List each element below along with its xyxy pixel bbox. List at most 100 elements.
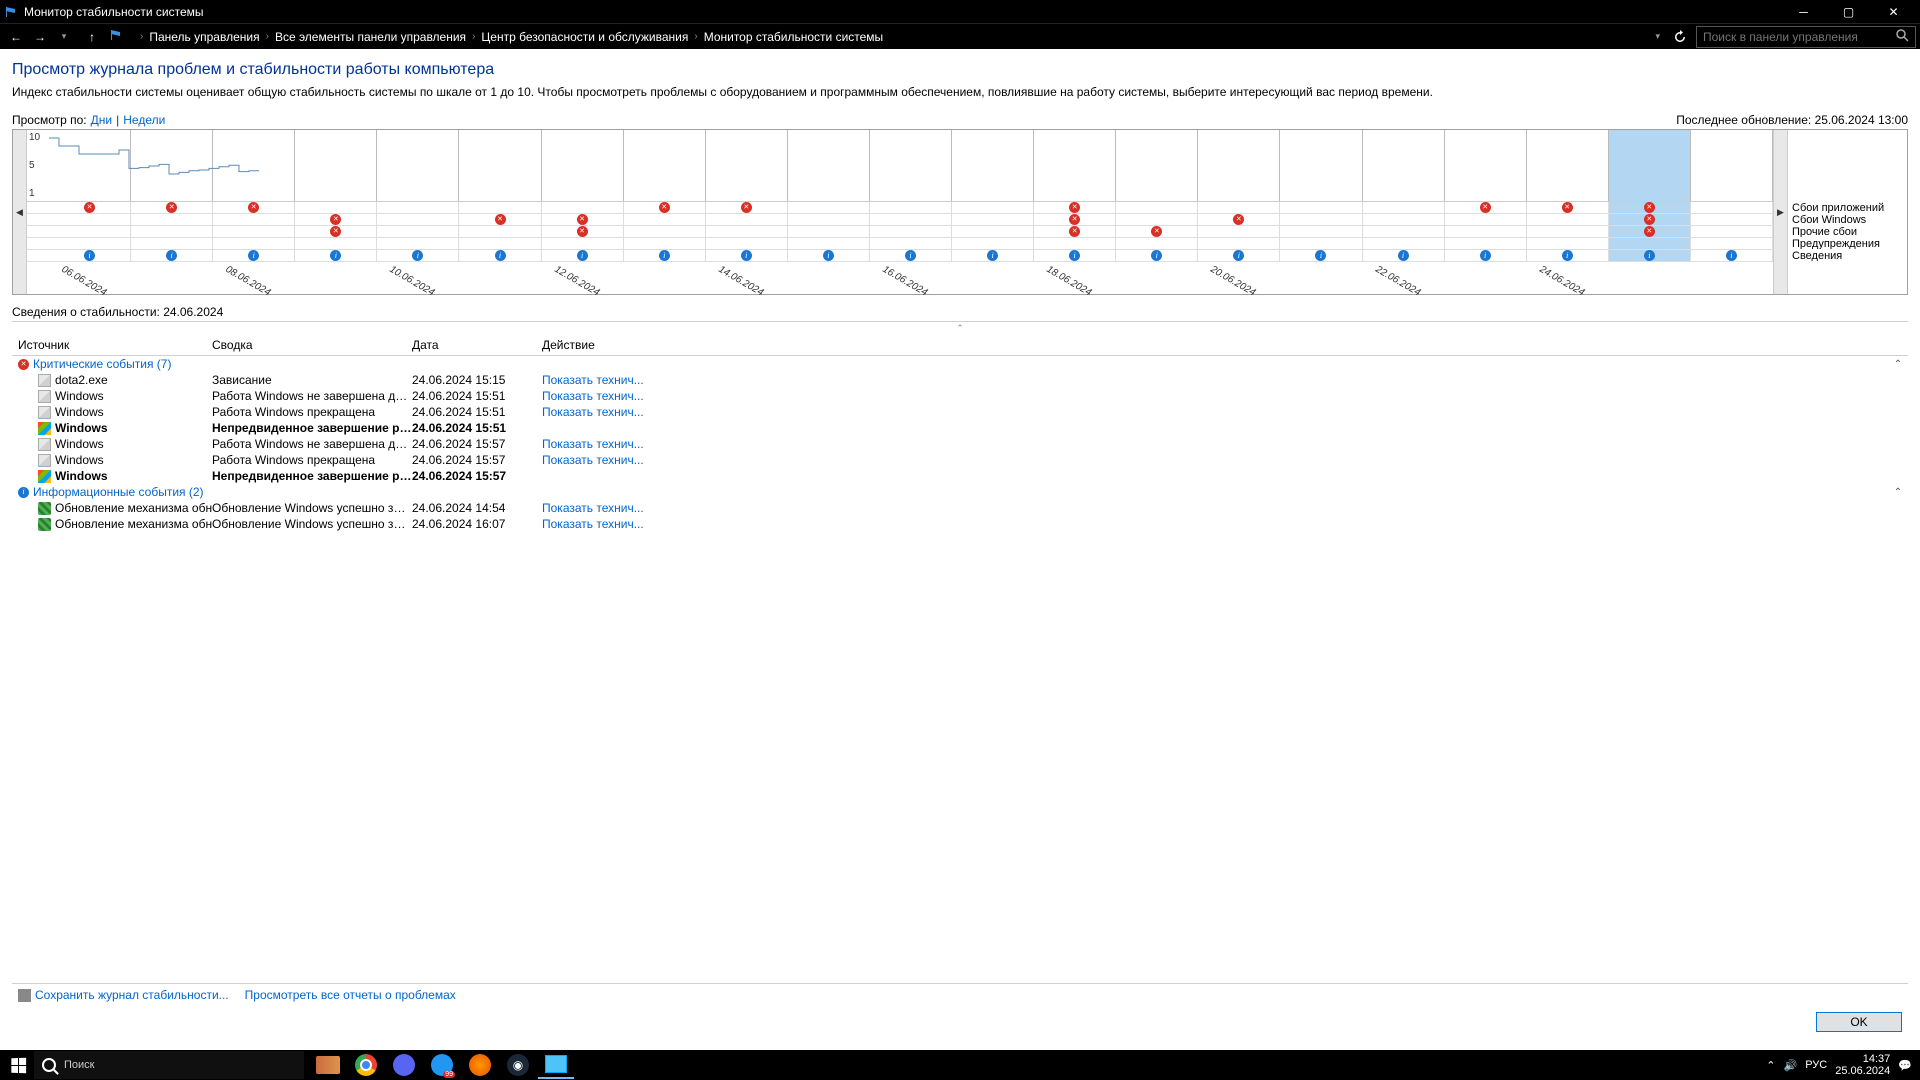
chart-cell[interactable]: [1363, 226, 1445, 237]
chart-cell[interactable]: [952, 214, 1034, 225]
col-source[interactable]: Источник: [12, 338, 212, 352]
chart-cell[interactable]: [1116, 250, 1198, 261]
chart-cell[interactable]: [1527, 238, 1609, 249]
chart-cell[interactable]: [706, 214, 788, 225]
chart-cell[interactable]: [49, 202, 131, 213]
chart-cell[interactable]: [542, 238, 624, 249]
chart-cell[interactable]: [295, 250, 377, 261]
group-collapse[interactable]: ⌃: [1888, 359, 1908, 370]
group-critical[interactable]: Критические события (7): [12, 356, 1888, 372]
chart-scroll-right[interactable]: ▶: [1773, 130, 1787, 294]
chart-cell[interactable]: [1609, 250, 1691, 261]
chart-cell[interactable]: [1609, 226, 1691, 237]
chart-cell[interactable]: [1445, 238, 1527, 249]
chart-cell[interactable]: [624, 202, 706, 213]
chart-cell[interactable]: [213, 226, 295, 237]
chart-cell[interactable]: [1198, 250, 1280, 261]
view-all-reports-link[interactable]: Просмотреть все отчеты о проблемах: [245, 988, 456, 1002]
chart-column[interactable]: [1363, 130, 1445, 201]
show-details-link[interactable]: Показать технич...: [542, 373, 1888, 387]
maximize-button[interactable]: ▢: [1826, 0, 1871, 23]
chart-column[interactable]: [624, 130, 706, 201]
chart-cell[interactable]: [952, 250, 1034, 261]
chart-cell[interactable]: [542, 250, 624, 261]
tray-notifications-icon[interactable]: 💬: [1898, 1059, 1912, 1072]
group-collapse[interactable]: ⌃: [1888, 487, 1908, 498]
chart-cell[interactable]: [1691, 250, 1773, 261]
col-action[interactable]: Действие: [542, 338, 1888, 352]
show-details-link[interactable]: Показать технич...: [542, 389, 1888, 403]
chart-cell[interactable]: [624, 238, 706, 249]
event-row[interactable]: Обновление механизма обна...Обновление W…: [12, 500, 1908, 516]
chart-cell[interactable]: [1280, 202, 1362, 213]
show-details-link[interactable]: Показать технич...: [542, 501, 1888, 515]
chart-cell[interactable]: [788, 202, 870, 213]
chart-cell[interactable]: [459, 202, 541, 213]
chart-column[interactable]: [542, 130, 624, 201]
taskbar-app[interactable]: [310, 1051, 346, 1079]
close-button[interactable]: ✕: [1871, 0, 1916, 23]
chart-cell[interactable]: [49, 214, 131, 225]
breadcrumb-item[interactable]: Панель управления: [149, 30, 259, 44]
chart-cell[interactable]: [1609, 214, 1691, 225]
chart-cell[interactable]: [1363, 250, 1445, 261]
taskbar-app-chrome[interactable]: [348, 1051, 384, 1079]
chart-cell[interactable]: [788, 250, 870, 261]
chart-cell[interactable]: [542, 226, 624, 237]
nav-up-button[interactable]: ↑: [80, 25, 104, 49]
chart-cell[interactable]: [1034, 250, 1116, 261]
show-details-link[interactable]: Показать технич...: [542, 453, 1888, 467]
col-date[interactable]: Дата: [412, 338, 542, 352]
chart-cell[interactable]: [1445, 226, 1527, 237]
chart-cell[interactable]: [706, 238, 788, 249]
chart-cell[interactable]: [1445, 214, 1527, 225]
group-info[interactable]: Информационные события (2): [12, 484, 1888, 500]
tray-chevron-icon[interactable]: ⌃: [1766, 1059, 1775, 1072]
chart-cell[interactable]: [788, 226, 870, 237]
chart-column[interactable]: [49, 130, 131, 201]
chart-cell[interactable]: [131, 214, 213, 225]
chart-cell[interactable]: [788, 238, 870, 249]
chart-cell[interactable]: [870, 250, 952, 261]
chart-cell[interactable]: [1116, 226, 1198, 237]
taskbar-app-discord[interactable]: [386, 1051, 422, 1079]
show-details-link[interactable]: Показать технич...: [542, 437, 1888, 451]
search-input[interactable]: [1703, 30, 1896, 44]
chart-column[interactable]: [788, 130, 870, 201]
chart-cell[interactable]: [1445, 250, 1527, 261]
chart-cell[interactable]: [213, 250, 295, 261]
chart-column[interactable]: [213, 130, 295, 201]
chart-cell[interactable]: [1034, 238, 1116, 249]
chart-cell[interactable]: [624, 250, 706, 261]
chart-cell[interactable]: [459, 214, 541, 225]
chart-cell[interactable]: [459, 238, 541, 249]
chart-cell[interactable]: [131, 238, 213, 249]
chart-cell[interactable]: [213, 238, 295, 249]
event-row[interactable]: WindowsРабота Windows не завершена долж.…: [12, 388, 1908, 404]
chart-cell[interactable]: [1445, 202, 1527, 213]
chart-cell[interactable]: [1198, 202, 1280, 213]
chart-column[interactable]: [706, 130, 788, 201]
chart-cell[interactable]: [1198, 226, 1280, 237]
chart-cell[interactable]: [1198, 214, 1280, 225]
chart-column[interactable]: [1691, 130, 1773, 201]
event-row[interactable]: Обновление механизма обна...Обновление W…: [12, 516, 1908, 532]
chart-cell[interactable]: [1527, 202, 1609, 213]
nav-recent-button[interactable]: ▾: [52, 25, 76, 49]
chart-cell[interactable]: [213, 202, 295, 213]
chart-cell[interactable]: [1609, 202, 1691, 213]
chart-scroll-left[interactable]: ◀: [13, 130, 27, 294]
save-reliability-link[interactable]: Сохранить журнал стабильности...: [18, 988, 229, 1002]
chart-cell[interactable]: [542, 214, 624, 225]
chart-cell[interactable]: [295, 238, 377, 249]
chart-cell[interactable]: [295, 202, 377, 213]
chart-cell[interactable]: [870, 226, 952, 237]
refresh-button[interactable]: [1668, 25, 1692, 49]
chart-cell[interactable]: [295, 226, 377, 237]
breadcrumb-dropdown[interactable]: ▾: [1655, 31, 1660, 42]
chart-cell[interactable]: [1116, 202, 1198, 213]
chart-column[interactable]: [952, 130, 1034, 201]
chart-cell[interactable]: [377, 226, 459, 237]
nav-forward-button[interactable]: →: [28, 25, 52, 49]
search-box[interactable]: [1696, 26, 1916, 48]
